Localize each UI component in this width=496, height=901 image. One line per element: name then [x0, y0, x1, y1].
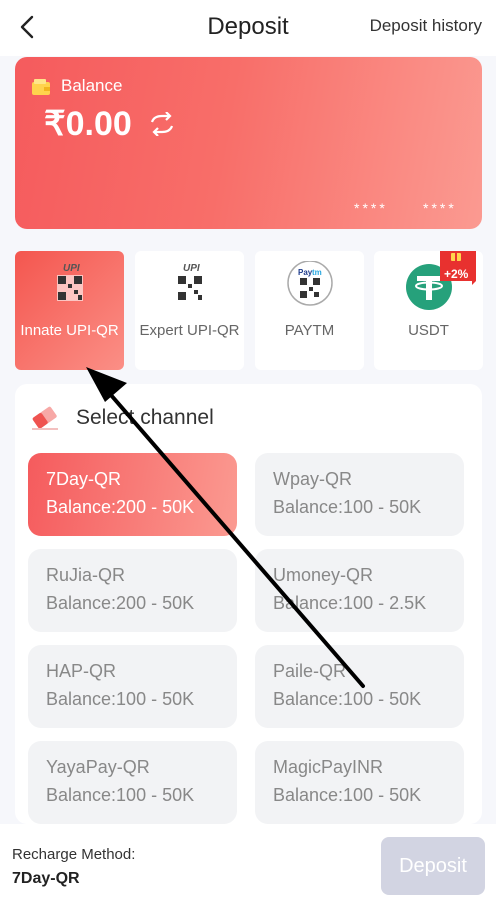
channel-range: Balance:200 - 50K	[46, 593, 195, 613]
recharge-method-label: Recharge Method:	[12, 846, 136, 863]
channel-name: Wpay-QR	[273, 469, 353, 489]
channel-name: YayaPay-QR	[46, 757, 150, 777]
channel-wpay-qr[interactable]: Wpay-QR Balance:100 - 50K	[255, 453, 464, 536]
svg-text:Pay: Pay	[298, 268, 313, 277]
eraser-icon	[32, 406, 58, 430]
channel-range: Balance:100 - 2.5K	[273, 593, 427, 613]
channel-yayapay-qr[interactable]: YayaPay-QR Balance:100 - 50K	[28, 741, 237, 824]
upi-qr-icon: UPI	[176, 263, 203, 301]
balance-label: Balance	[61, 76, 123, 95]
svg-text:UPI: UPI	[63, 263, 80, 274]
channel-range: Balance:100 - 50K	[273, 785, 422, 805]
channel-hap-qr[interactable]: HAP-QR Balance:100 - 50K	[28, 645, 237, 728]
upi-qr-icon: UPI	[56, 263, 83, 301]
channel-name: 7Day-QR	[46, 469, 122, 489]
channel-range: Balance:100 - 50K	[46, 689, 195, 709]
method-innate-upi-qr[interactable]: UPI Innate UPI-QR	[15, 251, 124, 370]
paytm-qr-icon: Pay tm	[286, 261, 333, 306]
balance-amount: ₹0.00	[44, 105, 132, 143]
channel-name: MagicPayINR	[273, 757, 384, 777]
channel-umoney-qr[interactable]: Umoney-QR Balance:100 - 2.5K	[255, 549, 464, 632]
deposit-history-link[interactable]: Deposit history	[370, 16, 482, 36]
bonus-text: +2%	[444, 267, 469, 281]
channel-range: Balance:200 - 50K	[46, 497, 195, 517]
bonus-badge: +2%	[440, 251, 476, 285]
select-channel-title: Select channel	[76, 406, 214, 429]
svg-text:tm: tm	[312, 268, 322, 277]
card-mask-left: ****	[354, 200, 388, 216]
header-bar: Deposit Deposit history	[0, 0, 496, 56]
method-expert-upi-qr[interactable]: UPI Expert UPI-QR	[135, 251, 244, 370]
method-label: PAYTM	[284, 322, 335, 339]
wallet-icon	[32, 79, 50, 95]
channel-rujia-qr[interactable]: RuJia-QR Balance:200 - 50K	[28, 549, 237, 632]
svg-text:UPI: UPI	[183, 263, 200, 274]
channel-range: Balance:100 - 50K	[46, 785, 195, 805]
channel-name: RuJia-QR	[46, 565, 126, 585]
channel-range: Balance:100 - 50K	[273, 497, 422, 517]
channel-magicpayinr[interactable]: MagicPayINR Balance:100 - 50K	[255, 741, 464, 824]
card-mask-right: ****	[423, 200, 457, 216]
channel-7day-qr[interactable]: 7Day-QR Balance:200 - 50K	[28, 453, 237, 536]
channel-paile-qr[interactable]: Paile-QR Balance:100 - 50K	[255, 645, 464, 728]
channel-name: Umoney-QR	[273, 565, 374, 585]
method-label: Expert UPI-QR	[139, 322, 240, 339]
channel-name: HAP-QR	[46, 661, 117, 681]
channel-name: Paile-QR	[273, 661, 347, 681]
channel-range: Balance:100 - 50K	[273, 689, 422, 709]
method-paytm[interactable]: Pay tm PAYTM	[255, 251, 364, 370]
deposit-button[interactable]: Deposit	[381, 837, 485, 895]
refresh-icon[interactable]	[148, 112, 176, 136]
method-label: Innate UPI-QR	[20, 322, 119, 339]
method-label: USDT	[408, 322, 449, 339]
recharge-method-value: 7Day-QR	[12, 870, 80, 887]
balance-card: Balance ₹0.00 **** ****	[15, 57, 482, 229]
